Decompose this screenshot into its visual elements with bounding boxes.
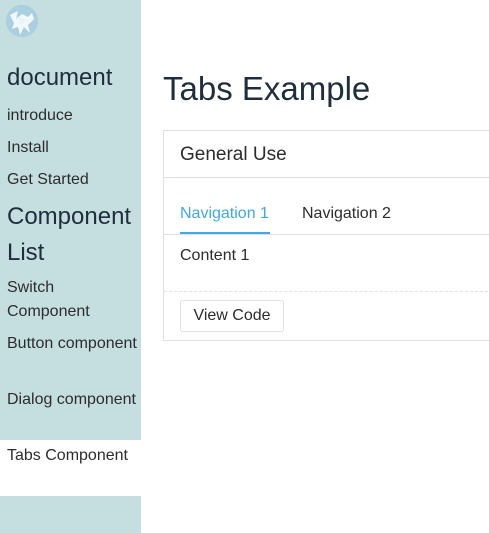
tab-content: Content 1	[180, 247, 250, 264]
sidebar-item-button-component[interactable]: Button component	[7, 332, 141, 356]
sidebar-item-dialog-component[interactable]: Dialog component	[7, 388, 141, 412]
sidebar-item-introduce[interactable]: introduce	[7, 104, 141, 128]
sidebar-item-tabs-component[interactable]: Tabs Component	[0, 440, 141, 496]
card-header: General Use	[164, 131, 489, 178]
tab-navigation-2[interactable]: Navigation 2	[302, 205, 391, 223]
page-title: Tabs Example	[163, 70, 371, 107]
view-code-button[interactable]: View Code	[180, 300, 284, 332]
component-list-heading: Component List	[7, 203, 132, 266]
sidebar: document introduce Install Get Started C…	[0, 0, 141, 533]
sidebar-item-get-started[interactable]: Get Started	[7, 168, 141, 192]
card-title: General Use	[180, 144, 287, 165]
tabs-divider	[164, 234, 489, 235]
demo-card: General Use Navigation 1 Navigation 2 Co…	[163, 130, 489, 341]
sidebar-item-switch-component[interactable]: Switch Component	[7, 276, 141, 324]
tab-navigation-1[interactable]: Navigation 1	[180, 205, 269, 223]
sidebar-item-install[interactable]: Install	[7, 136, 141, 160]
code-divider	[164, 291, 489, 292]
document-heading: document	[7, 64, 113, 91]
logo-icon[interactable]	[6, 5, 38, 37]
